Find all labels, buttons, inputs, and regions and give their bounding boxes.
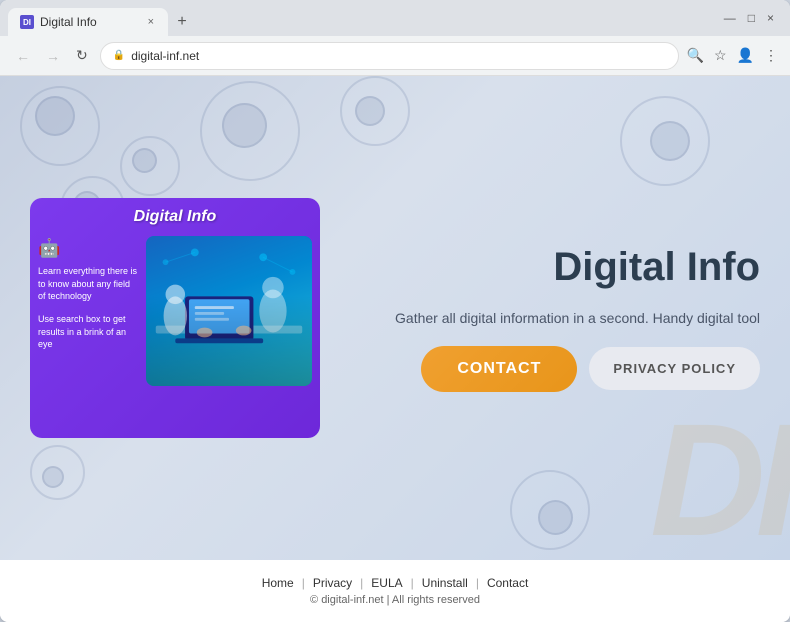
back-button[interactable]: ← [12, 44, 34, 68]
promo-text-column: 🤖 Learn everything there is to know abou… [38, 236, 138, 386]
address-input[interactable]: 🔒 digital-inf.net [100, 42, 679, 70]
right-panel: Digital Info Gather all digital informat… [360, 245, 760, 392]
contact-button[interactable]: CONTACT [421, 346, 577, 392]
app-title: Digital Info [553, 245, 760, 290]
tab-close-button[interactable]: × [146, 14, 156, 30]
tab-favicon: DI [20, 15, 34, 29]
footer-link-uninstall[interactable]: Uninstall [422, 576, 468, 590]
refresh-button[interactable]: ↻ [72, 43, 92, 68]
footer-sep-4: | [476, 576, 479, 590]
new-tab-button[interactable]: + [168, 8, 196, 36]
bookmark-icon[interactable]: ☆ [714, 47, 727, 64]
footer-link-eula[interactable]: EULA [371, 576, 402, 590]
profile-icon[interactable]: 👤 [737, 47, 754, 64]
tab-bar: DI Digital Info × + [8, 0, 720, 36]
menu-icon[interactable]: ⋮ [764, 47, 778, 64]
robot-icon: 🤖 [38, 236, 138, 261]
footer-sep-3: | [411, 576, 414, 590]
promo-text-2: Use search box to get results in a brink… [38, 313, 138, 351]
promo-card-content: 🤖 Learn everything there is to know abou… [30, 236, 320, 386]
footer-link-privacy[interactable]: Privacy [313, 576, 352, 590]
scene-svg [146, 236, 312, 386]
promo-image [146, 236, 312, 386]
footer-sep-1: | [302, 576, 305, 590]
footer-link-contact[interactable]: Contact [487, 576, 528, 590]
footer-sep-2: | [360, 576, 363, 590]
footer-links: Home | Privacy | EULA | Uninstall | Cont… [262, 576, 529, 590]
footer-copyright: © digital-inf.net | All rights reserved [310, 594, 480, 606]
privacy-policy-button[interactable]: PRIVACY POLICY [589, 347, 760, 390]
window-controls: — □ × [724, 11, 782, 25]
address-url: digital-inf.net [131, 49, 199, 63]
lock-icon: 🔒 [113, 50, 125, 61]
maximize-button[interactable]: □ [748, 11, 755, 25]
app-subtitle: Gather all digital information in a seco… [395, 310, 760, 326]
active-tab[interactable]: DI Digital Info × [8, 8, 168, 36]
search-icon[interactable]: 🔍 [687, 47, 704, 64]
address-actions: 🔍 ☆ 👤 ⋮ [687, 47, 778, 64]
minimize-button[interactable]: — [724, 11, 736, 25]
main-layout: Digital Info 🤖 Learn everything there is… [0, 76, 790, 560]
page-content: DI Digital Info 🤖 Learn everything there… [0, 76, 790, 560]
footer-link-home[interactable]: Home [262, 576, 294, 590]
action-buttons: CONTACT PRIVACY POLICY [421, 346, 760, 392]
people-visual [146, 236, 312, 386]
tab-title: Digital Info [40, 15, 97, 29]
forward-button[interactable]: → [42, 44, 64, 68]
window-close-button[interactable]: × [767, 11, 774, 25]
promo-text-1: Learn everything there is to know about … [38, 265, 138, 303]
footer: Home | Privacy | EULA | Uninstall | Cont… [0, 560, 790, 622]
address-bar: ← → ↻ 🔒 digital-inf.net 🔍 ☆ 👤 ⋮ [0, 36, 790, 76]
title-bar: DI Digital Info × + — □ × [0, 0, 790, 36]
browser-frame: DI Digital Info × + — □ × ← → ↻ 🔒 digita… [0, 0, 790, 622]
promo-card: Digital Info 🤖 Learn everything there is… [30, 198, 320, 438]
promo-card-title: Digital Info [30, 198, 320, 236]
